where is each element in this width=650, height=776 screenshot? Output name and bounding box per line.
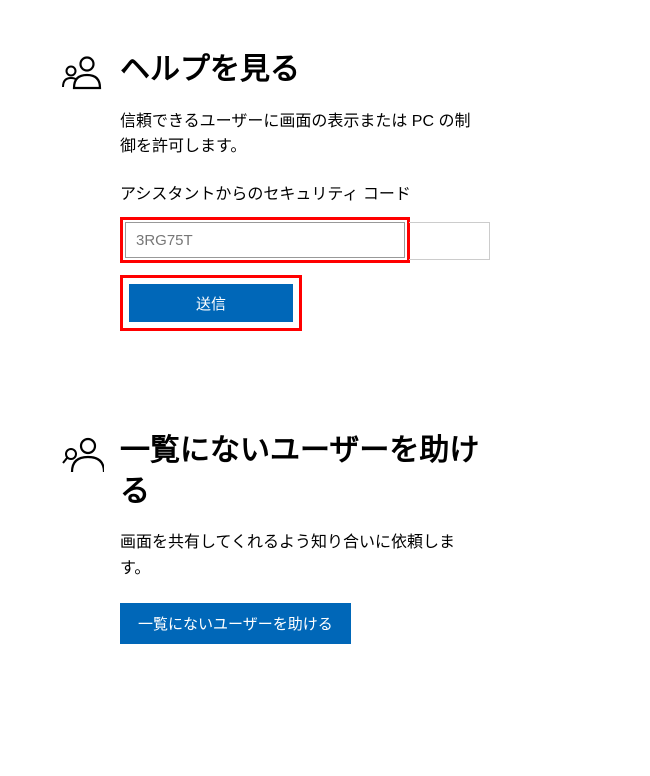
person-search-icon <box>62 435 104 477</box>
give-help-description: 画面を共有してくれるよう知り合いに依頼します。 <box>120 530 480 581</box>
get-help-content: 信頼できるユーザーに画面の表示または PC の制御を許可します。 アシスタントか… <box>120 109 480 332</box>
give-help-header: 一覧にないユーザーを助ける <box>120 431 650 512</box>
security-code-label: アシスタントからのセキュリティ コード <box>120 182 480 208</box>
submit-button[interactable]: 送信 <box>129 284 293 322</box>
code-input-wrapper <box>120 217 410 275</box>
give-help-section: 一覧にないユーザーを助ける 画面を共有してくれるよう知り合いに依頼します。 一覧… <box>120 431 650 644</box>
people-icon <box>62 54 104 96</box>
get-help-header: ヘルプを見る <box>120 50 650 91</box>
help-someone-button[interactable]: 一覧にないユーザーを助ける <box>120 603 351 644</box>
give-help-content: 画面を共有してくれるよう知り合いに依頼します。 一覧にないユーザーを助ける <box>120 530 480 644</box>
code-input-highlight <box>120 217 410 263</box>
submit-button-highlight: 送信 <box>120 275 302 331</box>
get-help-section: ヘルプを見る 信頼できるユーザーに画面の表示または PC の制御を許可します。 … <box>120 50 650 331</box>
give-help-title: 一覧にないユーザーを助ける <box>120 431 480 512</box>
get-help-description: 信頼できるユーザーに画面の表示または PC の制御を許可します。 <box>120 109 480 160</box>
get-help-title: ヘルプを見る <box>120 50 300 91</box>
security-code-input[interactable] <box>125 222 405 258</box>
